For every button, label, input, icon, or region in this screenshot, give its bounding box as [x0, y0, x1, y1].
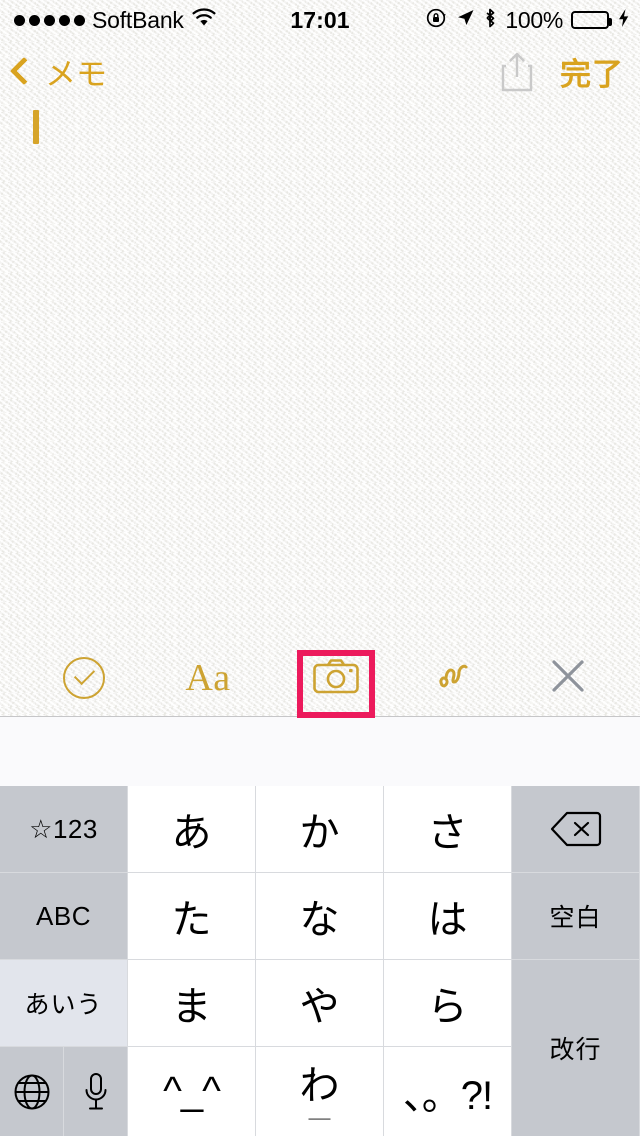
key-wa-sublabel: ＿ [308, 1096, 331, 1122]
globe-icon [13, 1073, 51, 1111]
toolbar-divider [0, 716, 640, 717]
predictive-text-bar[interactable] [0, 717, 640, 786]
aa-text-icon: Aa [185, 657, 231, 699]
key-wa-row[interactable]: わ ＿ [256, 1047, 384, 1136]
status-bar-right: 100% [426, 0, 630, 40]
share-icon[interactable] [500, 51, 534, 92]
note-text-area[interactable] [0, 102, 640, 640]
japanese-kana-keyboard: ☆123 あ か さ ABC た な は 空白 あいう ま や ら 改行 ^_^… [0, 786, 640, 1136]
key-na-row[interactable]: な [256, 873, 384, 960]
squiggle-icon [436, 659, 478, 698]
rotation-lock-icon [426, 7, 448, 34]
key-emoticon[interactable]: ^_^ [128, 1047, 256, 1136]
camera-icon [313, 658, 359, 699]
status-bar-clock: 17:01 [290, 6, 350, 33]
navigation-bar: メモ 完了 [0, 40, 640, 102]
battery-icon [571, 11, 612, 29]
battery-percentage: 100% [505, 6, 563, 33]
key-globe[interactable] [0, 1047, 64, 1136]
key-ha-row[interactable]: は [384, 873, 512, 960]
location-arrow-icon [456, 8, 475, 32]
checklist-button[interactable] [46, 640, 122, 716]
lightning-bolt-icon [617, 8, 630, 33]
back-button[interactable]: メモ [9, 40, 107, 102]
microphone-icon [83, 1072, 109, 1112]
key-sa-row[interactable]: さ [384, 786, 512, 873]
sketch-button[interactable] [419, 640, 495, 716]
key-punctuation[interactable]: 、。?! [384, 1047, 512, 1136]
bluetooth-icon [483, 7, 497, 34]
key-dictation[interactable] [64, 1047, 128, 1136]
check-circle-icon [63, 657, 105, 699]
key-ka-row[interactable]: か [256, 786, 384, 873]
key-space[interactable]: 空白 [512, 873, 640, 960]
key-kana[interactable]: あいう [0, 960, 128, 1047]
text-format-button[interactable]: Aa [170, 640, 246, 716]
text-caret [33, 110, 39, 144]
back-button-label: メモ [45, 56, 107, 92]
key-ma-row[interactable]: ま [128, 960, 256, 1047]
key-a-row[interactable]: あ [128, 786, 256, 873]
status-bar: SoftBank 17:01 100% [0, 0, 640, 40]
chevron-left-icon [9, 56, 39, 86]
navigation-bar-right: 完了 [500, 40, 624, 102]
key-return[interactable]: 改行 [512, 960, 640, 1136]
camera-button[interactable] [298, 640, 374, 716]
close-x-icon [550, 658, 586, 699]
key-ra-row[interactable]: ら [384, 960, 512, 1047]
key-ya-row[interactable]: や [256, 960, 384, 1047]
note-toolbar: Aa [0, 640, 640, 716]
key-symbols[interactable]: ☆123 [0, 786, 128, 873]
done-button[interactable]: 完了 [560, 49, 624, 94]
key-ta-row[interactable]: た [128, 873, 256, 960]
key-abc[interactable]: ABC [0, 873, 128, 960]
delete-backspace-icon [550, 810, 602, 848]
key-delete[interactable] [512, 786, 640, 873]
close-button[interactable] [530, 640, 606, 716]
